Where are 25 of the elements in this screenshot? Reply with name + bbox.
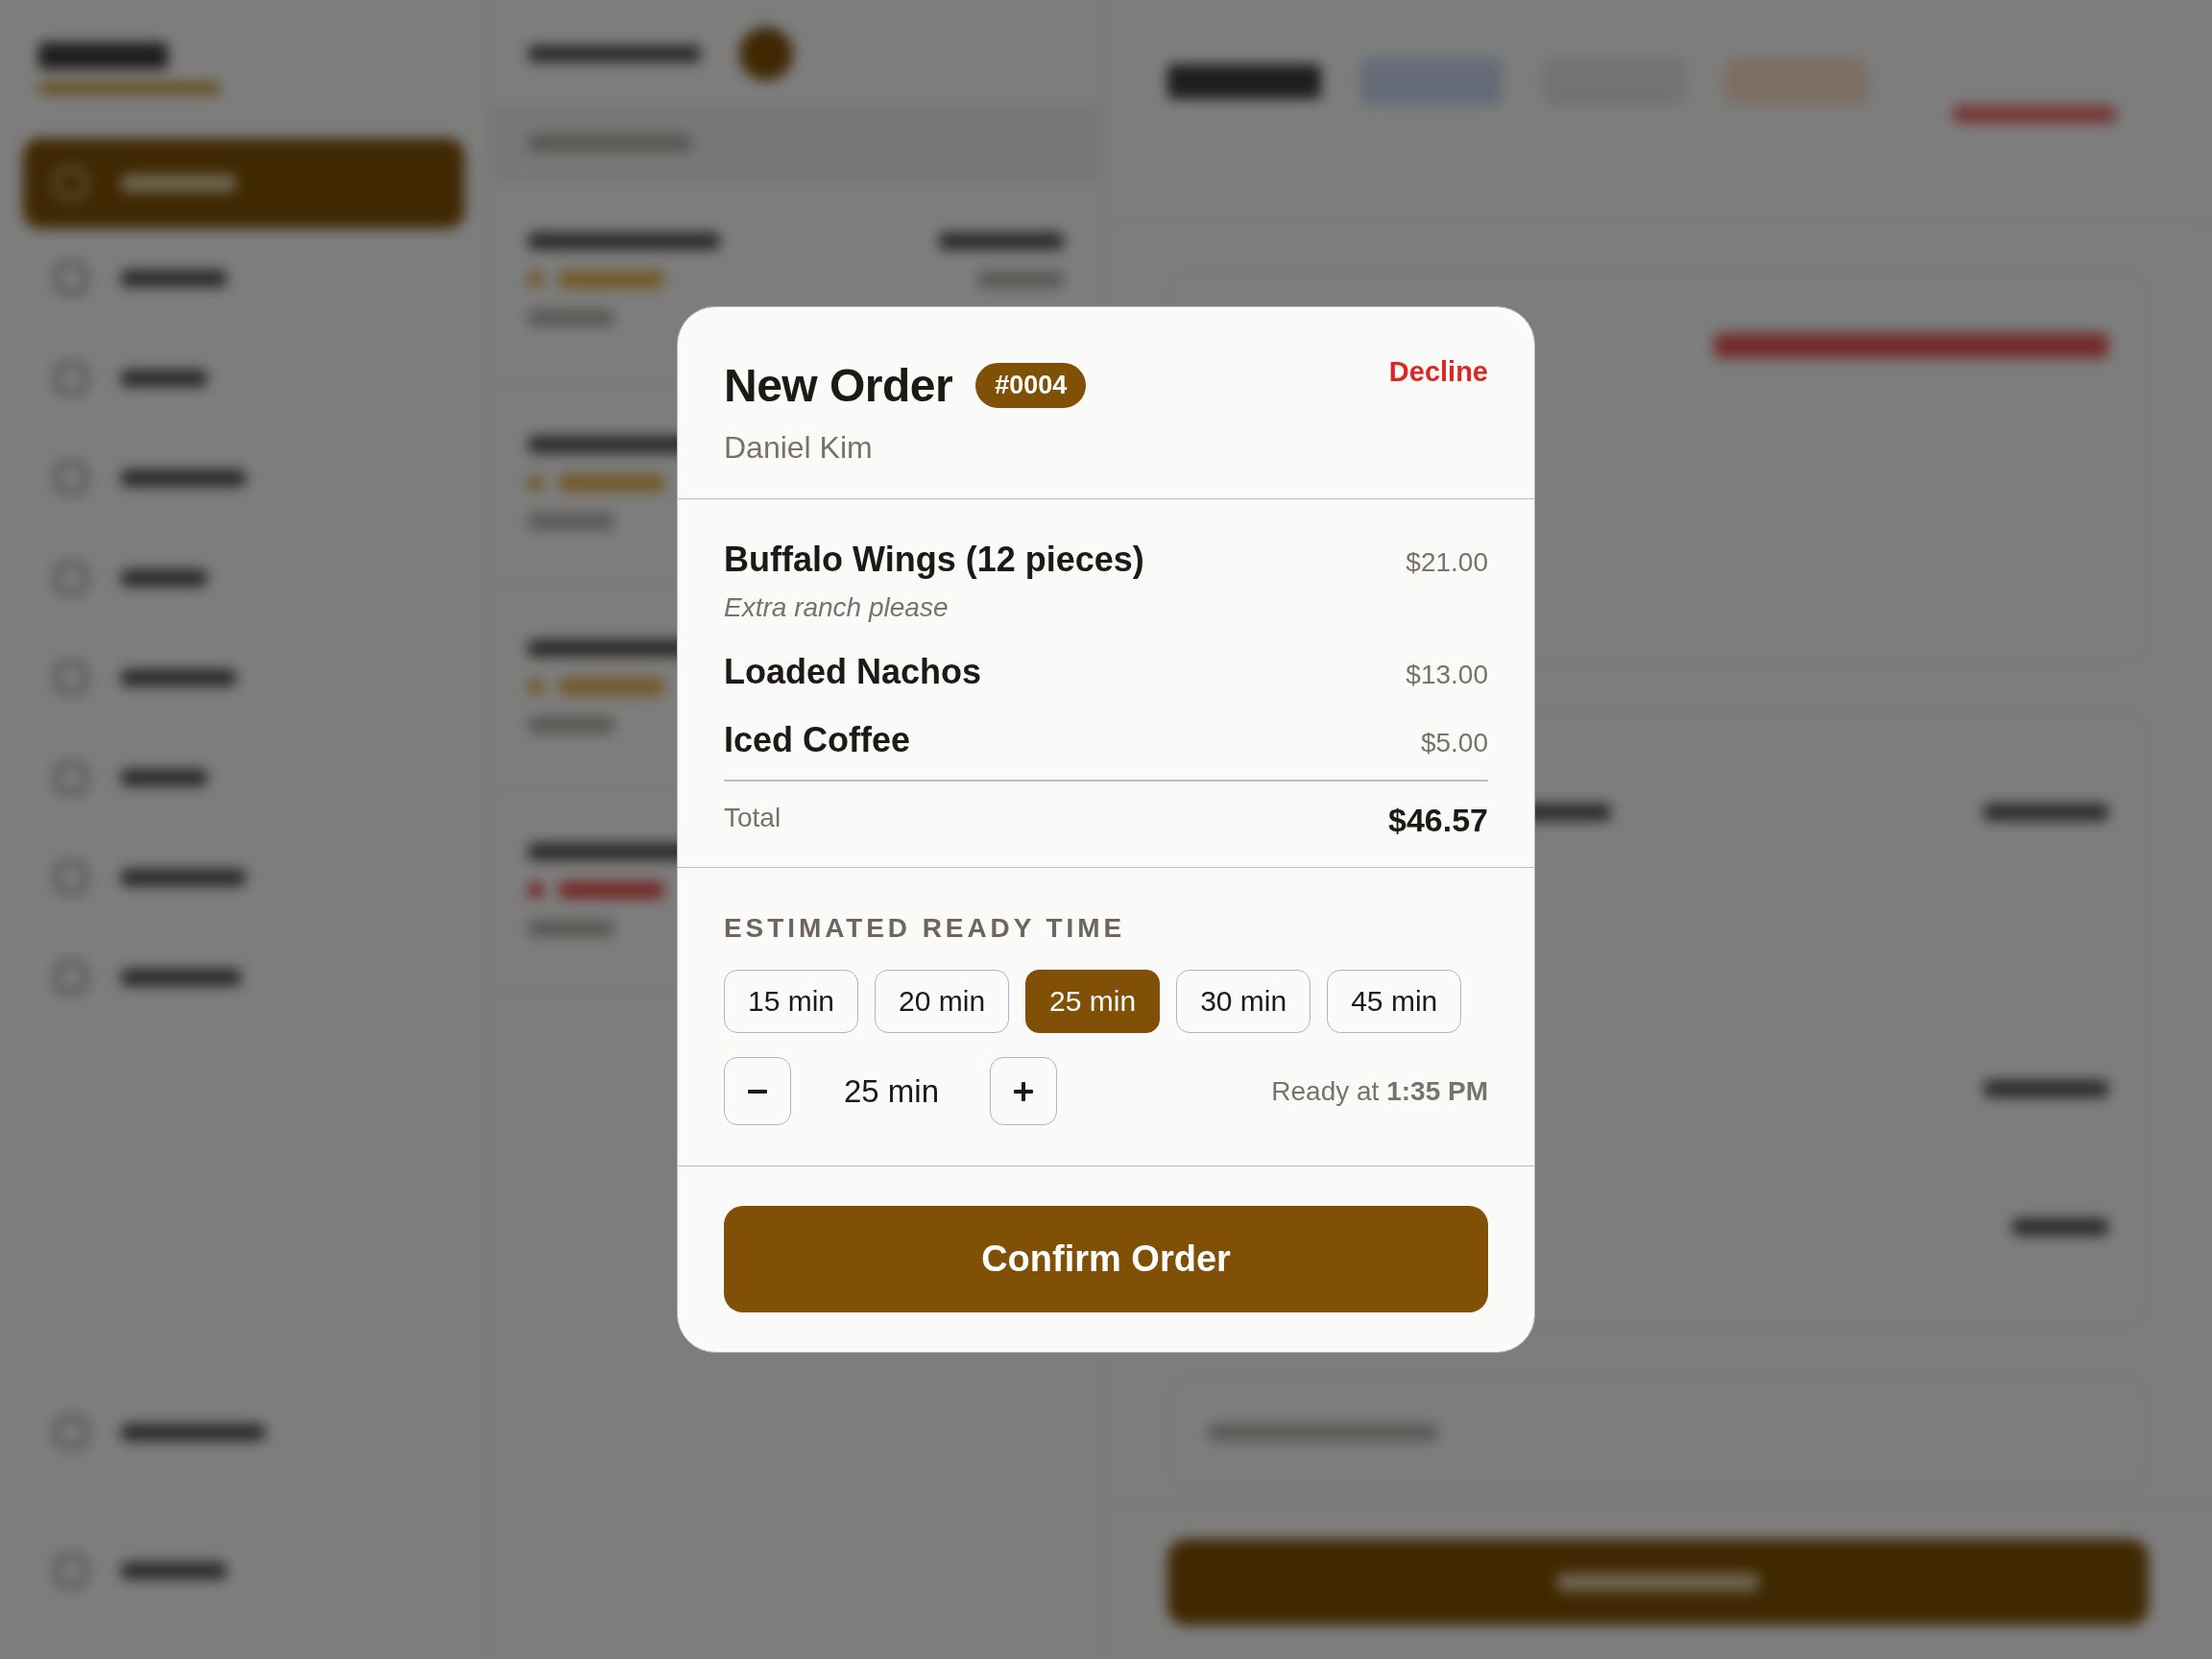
- dialog-title: New Order: [724, 359, 953, 413]
- item-name: Loaded Nachos: [724, 650, 982, 692]
- plus-icon: [1014, 1081, 1034, 1101]
- customer-name: Daniel Kim: [724, 428, 874, 466]
- item-price: $13.00: [1406, 659, 1488, 690]
- minus-icon: [748, 1089, 767, 1094]
- time-option[interactable]: 45 min: [1327, 970, 1462, 1033]
- time-option[interactable]: 25 min: [1025, 970, 1161, 1033]
- section-heading: ESTIMATED READY TIME: [724, 912, 1127, 945]
- item-name: Iced Coffee: [724, 718, 911, 761]
- time-option[interactable]: 30 min: [1176, 970, 1311, 1033]
- confirm-order-button[interactable]: Confirm Order: [724, 1206, 1488, 1312]
- decline-button[interactable]: Decline: [1388, 355, 1488, 389]
- total-label: Total: [724, 801, 781, 834]
- time-option[interactable]: 15 min: [724, 970, 859, 1033]
- increase-button[interactable]: [990, 1057, 1058, 1125]
- ready-at-text: Ready at 1:35 PM: [1271, 1075, 1488, 1107]
- order-number-badge: #0004: [975, 363, 1087, 409]
- total-value: $46.57: [1388, 800, 1488, 840]
- item-price: $5.00: [1420, 727, 1488, 758]
- time-option[interactable]: 20 min: [875, 970, 1010, 1033]
- item-note: Extra ranch please: [724, 591, 950, 624]
- item-name: Buffalo Wings (12 pieces): [724, 538, 1144, 581]
- item-price: $21.00: [1406, 546, 1488, 578]
- minutes-value: 25 min: [844, 1072, 940, 1110]
